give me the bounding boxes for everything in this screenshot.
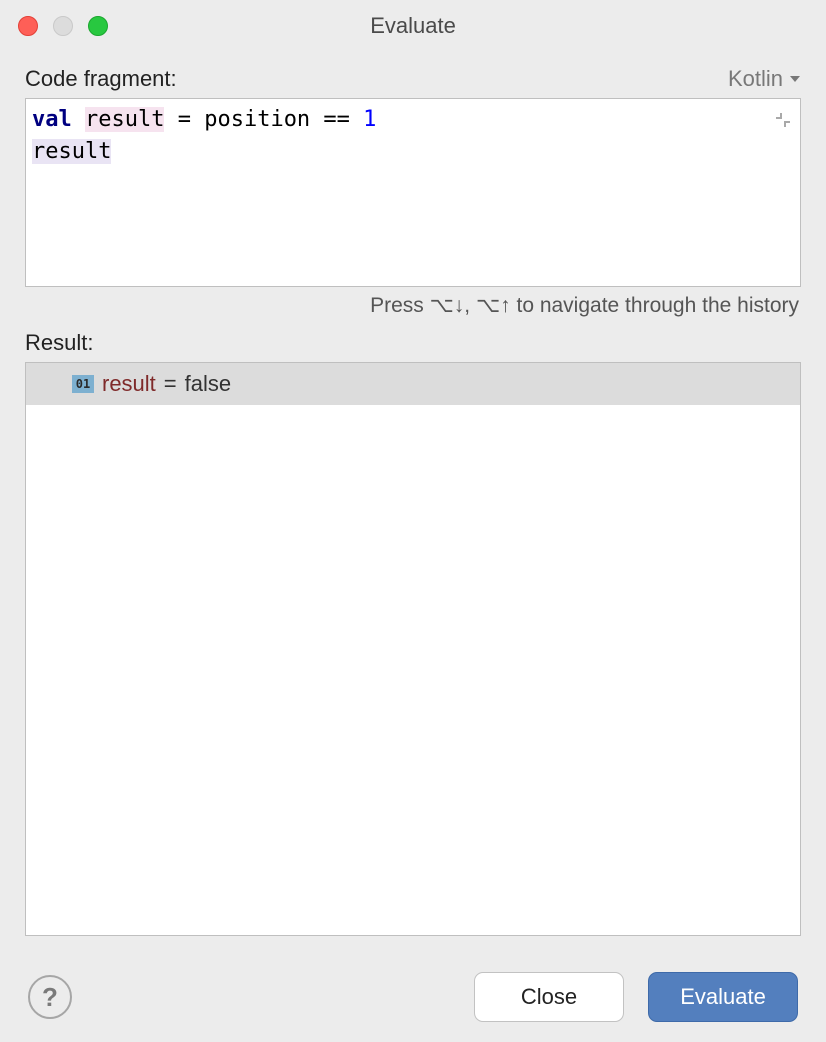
code-text: val result = position == 1 result: [32, 104, 794, 168]
evaluate-button[interactable]: Evaluate: [648, 972, 798, 1022]
window-title: Evaluate: [0, 13, 826, 39]
result-equals: =: [164, 371, 177, 397]
result-variable-name: result: [102, 371, 156, 397]
dialog-footer: ? Close Evaluate: [0, 952, 826, 1042]
result-value: false: [185, 371, 231, 397]
history-hint: Press ⌥↓, ⌥↑ to navigate through the his…: [25, 287, 801, 330]
code-editor[interactable]: val result = position == 1 result: [25, 98, 801, 287]
result-label: Result:: [25, 330, 801, 356]
close-button[interactable]: Close: [474, 972, 624, 1022]
minimize-window-icon[interactable]: [53, 16, 73, 36]
zoom-window-icon[interactable]: [88, 16, 108, 36]
help-button[interactable]: ?: [28, 975, 72, 1019]
result-row[interactable]: 01 result = false: [26, 363, 800, 405]
code-fragment-label: Code fragment:: [25, 66, 177, 92]
window-controls: [18, 16, 108, 36]
chevron-down-icon: [789, 74, 801, 84]
result-type-badge: 01: [72, 375, 94, 393]
language-selected: Kotlin: [728, 66, 783, 92]
collapse-icon[interactable]: [774, 107, 792, 139]
language-selector[interactable]: Kotlin: [728, 66, 801, 92]
titlebar: Evaluate: [0, 0, 826, 52]
result-panel: 01 result = false: [25, 362, 801, 936]
close-window-icon[interactable]: [18, 16, 38, 36]
code-fragment-header: Code fragment: Kotlin: [25, 66, 801, 92]
dialog-content: Code fragment: Kotlin val result = posit…: [0, 52, 826, 936]
